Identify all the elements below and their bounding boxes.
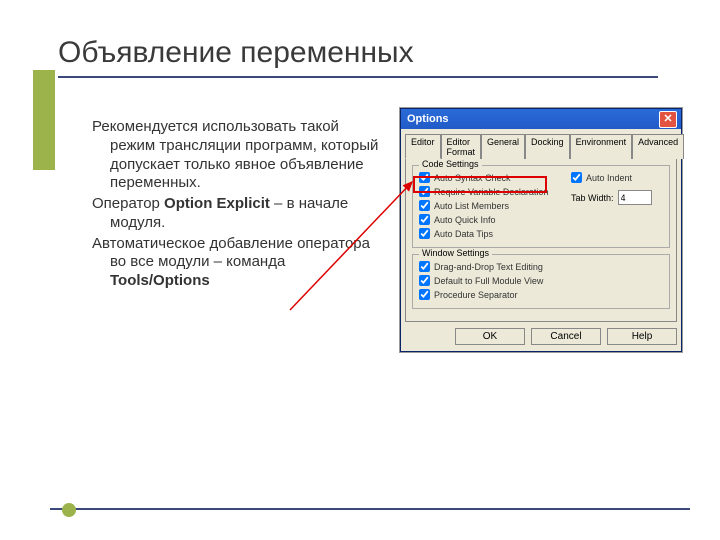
tab-editor[interactable]: Editor — [405, 134, 441, 159]
dialog-panel: Code Settings Auto Syntax Check Require … — [405, 158, 677, 322]
para2a: Оператор — [92, 195, 164, 212]
chk-auto-list[interactable]: Auto List Members — [419, 200, 571, 211]
chk-label: Auto Data Tips — [434, 229, 493, 239]
tab-width-row: Tab Width: — [571, 190, 663, 205]
group2-label: Window Settings — [419, 248, 492, 258]
help-button[interactable]: Help — [607, 328, 677, 345]
para3b: Tools/Options — [110, 272, 210, 289]
para3a: Автоматическое добавление оператора во в… — [92, 235, 370, 271]
para1: Рекомендуется использовать такой режим т… — [92, 118, 378, 191]
chk-label: Require Variable Declaration — [434, 187, 548, 197]
tab-environment[interactable]: Environment — [570, 134, 633, 159]
chk-label: Default to Full Module View — [434, 276, 543, 286]
options-dialog: Options ✕ Editor Editor Format General D… — [400, 108, 682, 352]
body-text: Рекомендуется использовать такой режим т… — [92, 118, 382, 293]
chk-label: Auto Quick Info — [434, 215, 496, 225]
ok-button[interactable]: OK — [455, 328, 525, 345]
chk-label: Auto Indent — [586, 173, 632, 183]
tabwidth-input[interactable] — [618, 190, 652, 205]
slide-title: Объявление переменных — [58, 36, 658, 78]
chk-proc-sep[interactable]: Procedure Separator — [419, 289, 663, 300]
chk-auto-syntax[interactable]: Auto Syntax Check — [419, 172, 571, 183]
chk-require-var-decl[interactable]: Require Variable Declaration — [419, 186, 571, 197]
tab-advanced[interactable]: Advanced — [632, 134, 684, 159]
button-row: OK Cancel Help — [401, 326, 681, 351]
chk-dragdrop[interactable]: Drag-and-Drop Text Editing — [419, 261, 663, 272]
chk-label: Auto List Members — [434, 201, 509, 211]
chk-auto-quickinfo[interactable]: Auto Quick Info — [419, 214, 571, 225]
tab-general[interactable]: General — [481, 134, 525, 159]
group-code-settings: Code Settings Auto Syntax Check Require … — [412, 165, 670, 248]
group1-label: Code Settings — [419, 159, 482, 169]
dialog-title: Options — [407, 113, 449, 125]
tabwidth-label: Tab Width: — [571, 193, 614, 203]
chk-auto-datatips[interactable]: Auto Data Tips — [419, 228, 571, 239]
chk-auto-indent[interactable]: Auto Indent — [571, 172, 663, 183]
tab-editor-format[interactable]: Editor Format — [441, 134, 482, 159]
para2b: Option Explicit — [164, 195, 270, 212]
chk-label: Auto Syntax Check — [434, 173, 511, 183]
tab-docking[interactable]: Docking — [525, 134, 570, 159]
chk-label: Drag-and-Drop Text Editing — [434, 262, 543, 272]
group-window-settings: Window Settings Drag-and-Drop Text Editi… — [412, 254, 670, 309]
tab-strip: Editor Editor Format General Docking Env… — [401, 129, 681, 158]
footer-dot — [62, 503, 76, 517]
chk-label: Procedure Separator — [434, 290, 518, 300]
cancel-button[interactable]: Cancel — [531, 328, 601, 345]
dialog-titlebar[interactable]: Options ✕ — [401, 109, 681, 129]
accent-bar — [33, 70, 55, 170]
close-icon[interactable]: ✕ — [659, 111, 677, 128]
chk-full-module[interactable]: Default to Full Module View — [419, 275, 663, 286]
footer-line — [50, 508, 690, 510]
